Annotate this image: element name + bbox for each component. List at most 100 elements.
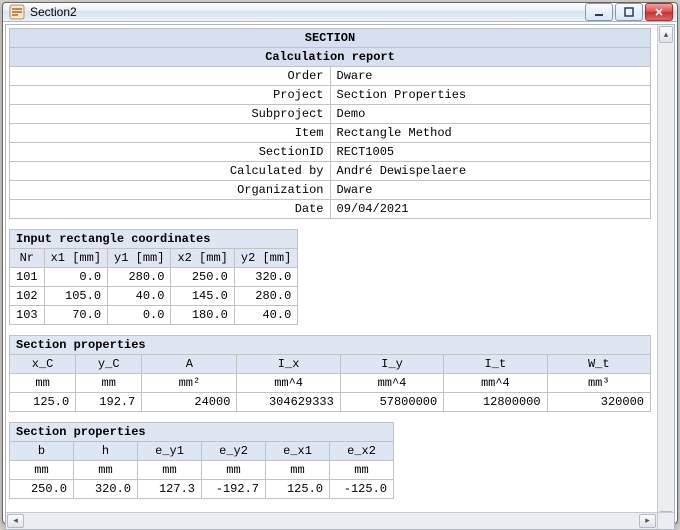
col-header: y2 [mm] [234,249,297,268]
scroll-up-button[interactable]: ▴ [659,26,673,43]
props-caption: Section properties [10,423,394,442]
input-caption: Input rectangle coordinates [10,230,298,249]
window-buttons [585,3,673,21]
col-header: x_C [10,355,76,374]
table-row: 103 70.0 0.0 180.0 40.0 [10,306,298,325]
props-caption: Section properties [10,336,651,355]
meta-label: Project [10,86,331,105]
col-header: y1 [mm] [108,249,171,268]
table-row: 101 0.0 280.0 250.0 320.0 [10,268,298,287]
meta-label: Subproject [10,105,331,124]
window-title: Section2 [30,5,585,19]
maximize-button[interactable] [615,3,643,21]
col-header: e_y1 [138,442,202,461]
meta-value: RECT1005 [330,143,651,162]
cell: 40.0 [234,306,297,325]
cell: -125.0 [330,480,394,499]
meta-value: Rectangle Method [330,124,651,143]
cell: 57800000 [340,393,443,412]
unit-cell: mm^4 [444,374,547,393]
cell: 320.0 [234,268,297,287]
report-header-table: SECTION Calculation report Order Dware Pr… [9,28,651,219]
meta-value: Dware [330,181,651,200]
cell: 70.0 [44,306,107,325]
input-coords-table: Input rectangle coordinates Nr x1 [mm] y… [9,229,298,325]
section-props-table-2: Section properties b h e_y1 e_y2 e_x1 e_… [9,422,394,499]
cell: 127.3 [138,480,202,499]
col-header: W_t [547,355,650,374]
col-header: x2 [mm] [171,249,234,268]
cell: 280.0 [108,268,171,287]
cell: 125.0 [266,480,330,499]
col-header: x1 [mm] [44,249,107,268]
cell: 102 [10,287,45,306]
cell: 105.0 [44,287,107,306]
meta-label: Calculated by [10,162,331,181]
meta-label: SectionID [10,143,331,162]
col-header: b [10,442,74,461]
scroll-corner [657,512,674,529]
unit-cell: mm [74,461,138,480]
unit-cell: mm³ [547,374,650,393]
col-header: h [74,442,138,461]
report-heading: SECTION [10,29,651,48]
unit-cell: mm [76,374,142,393]
unit-cell: mm² [142,374,237,393]
meta-value: Demo [330,105,651,124]
client-area: SECTION Calculation report Order Dware Pr… [5,24,675,530]
cell: 101 [10,268,45,287]
scroll-track[interactable] [25,513,638,529]
meta-label: Item [10,124,331,143]
unit-cell: mm [138,461,202,480]
unit-cell: mm [202,461,266,480]
document-viewport: SECTION Calculation report Order Dware Pr… [6,25,657,529]
unit-cell: mm [10,461,74,480]
cell: 320.0 [74,480,138,499]
close-button[interactable] [645,3,673,21]
cell: 12800000 [444,393,547,412]
minimize-button[interactable] [585,3,613,21]
cell: 125.0 [10,393,76,412]
cell: 180.0 [171,306,234,325]
col-header: e_y2 [202,442,266,461]
cell: 320000 [547,393,650,412]
cell: 280.0 [234,287,297,306]
horizontal-scrollbar[interactable]: ◂ ▸ [6,512,657,529]
col-header: I_t [444,355,547,374]
cell: 0.0 [44,268,107,287]
col-header: e_x1 [266,442,330,461]
cell: 40.0 [108,287,171,306]
meta-label: Order [10,67,331,86]
cell: 103 [10,306,45,325]
cell: 304629333 [237,393,340,412]
meta-label: Date [10,200,331,219]
unit-cell: mm [330,461,394,480]
report-subheading: Calculation report [10,48,651,67]
vertical-scrollbar[interactable]: ▴ ▾ [657,25,674,529]
cell: -192.7 [202,480,266,499]
col-header: I_x [237,355,340,374]
col-header: y_C [76,355,142,374]
col-header: A [142,355,237,374]
section-props-table-1: Section properties x_C y_C A I_x I_y I_t… [9,335,651,412]
unit-cell: mm [266,461,330,480]
cell: 145.0 [171,287,234,306]
meta-value: 09/04/2021 [330,200,651,219]
cell: 250.0 [10,480,74,499]
table-row: 250.0 320.0 127.3 -192.7 125.0 -125.0 [10,480,394,499]
col-header: e_x2 [330,442,394,461]
cell: 0.0 [108,306,171,325]
table-row: 102 105.0 40.0 145.0 280.0 [10,287,298,306]
cell: 250.0 [171,268,234,287]
scroll-track[interactable] [658,44,674,510]
app-window: Section2 SECTION Calculation report Orde… [2,2,678,524]
cell: 192.7 [76,393,142,412]
col-header: I_y [340,355,443,374]
unit-cell: mm^4 [340,374,443,393]
unit-cell: mm^4 [237,374,340,393]
table-row: 125.0 192.7 24000 304629333 57800000 128… [10,393,651,412]
meta-value: Section Properties [330,86,651,105]
meta-value: André Dewispelaere [330,162,651,181]
cell: 24000 [142,393,237,412]
titlebar[interactable]: Section2 [3,3,677,22]
